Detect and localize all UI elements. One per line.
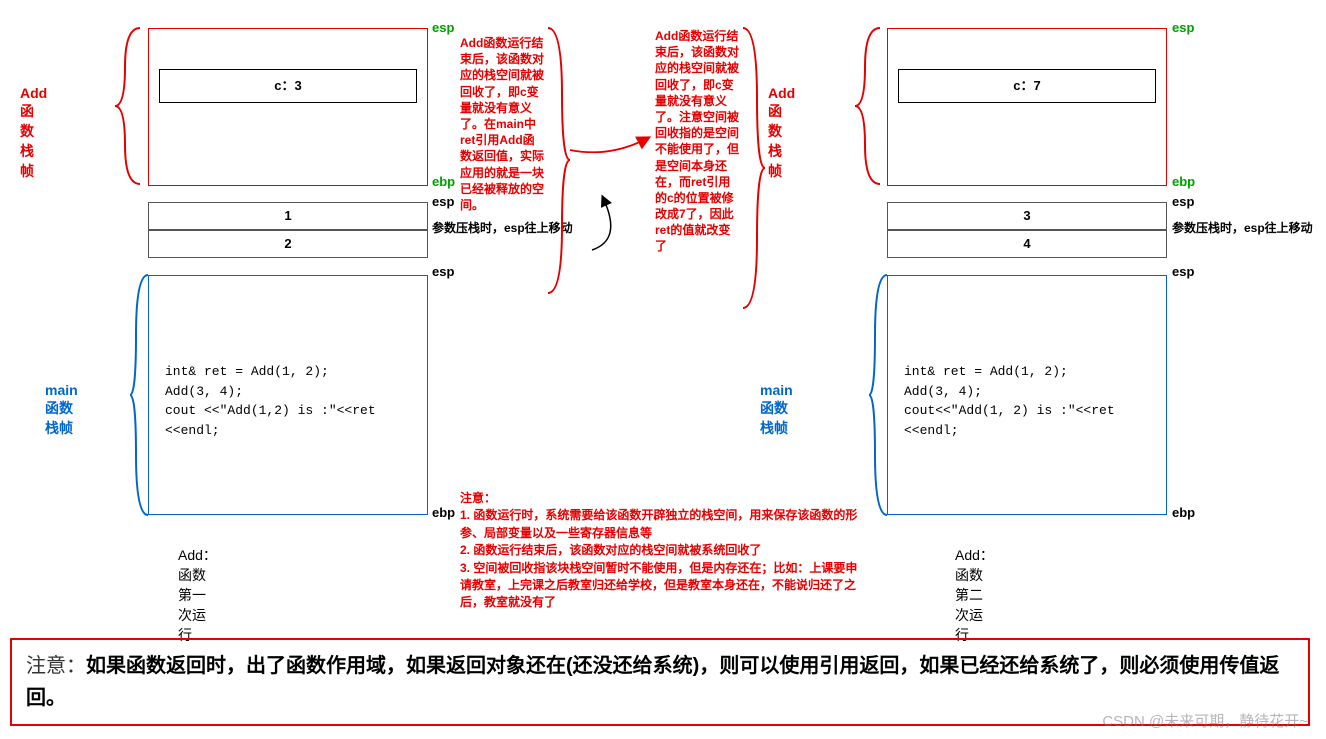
left-param-2: 2: [148, 230, 428, 258]
notes-heading: 注意：: [460, 490, 860, 507]
note-2: 2. 函数运行结束后，该函数对应的栈空间就被系统回收了: [460, 542, 860, 559]
right-code-block: int& ret = Add(1, 2); Add(3, 4); cout<<"…: [894, 356, 1160, 446]
right-esp-main: esp: [1172, 264, 1194, 279]
right-add-frame-box: c：7: [887, 28, 1167, 186]
arrow-up-icon: [592, 195, 632, 255]
right-push-note: 参数压栈时，esp往上移动: [1172, 219, 1313, 236]
left-esp-params: esp: [432, 194, 454, 209]
note-3: 3. 空间被回收指该块栈空间暂时不能使用，但是内存还在；比如：上课要申请教室，上…: [460, 560, 860, 612]
left-ebp-main: ebp: [432, 505, 455, 520]
left-main-frame-box: int& ret = Add(1, 2); Add(3, 4); cout <<…: [148, 275, 428, 515]
brace-icon: [855, 28, 885, 184]
right-esp-label-top: esp: [1172, 20, 1194, 35]
right-main-frame-label: main函数栈帧: [760, 382, 793, 438]
right-param-1: 3: [887, 202, 1167, 230]
center-explain-1: Add函数运行结束后，该函数对应的栈空间就被回收了，即c变量就没有意义了。在ma…: [460, 35, 546, 213]
right-caption: Add：函数第二次运行: [955, 545, 994, 645]
brace-icon: [548, 28, 570, 293]
note-1: 1. 函数运行时，系统需要给该函数开辟独立的栈空间，用来保存该函数的形参、局部变…: [460, 507, 860, 542]
brace-icon: [130, 275, 150, 515]
right-add-cell-c: c：7: [898, 69, 1156, 103]
right-code-3: cout<<"Add(1, 2) is :"<<ret <<endl;: [904, 401, 1150, 440]
right-add-frame-label: Add函数栈帧: [768, 85, 795, 181]
left-main-frame-label: main函数栈帧: [45, 382, 78, 438]
left-add-frame-box: c：3: [148, 28, 428, 186]
left-esp-main: esp: [432, 264, 454, 279]
right-main-frame-box: int& ret = Add(1, 2); Add(3, 4); cout<<"…: [887, 275, 1167, 515]
brace-icon: [743, 28, 765, 308]
right-code-2: Add(3, 4);: [904, 382, 1150, 402]
right-esp-params: esp: [1172, 194, 1194, 209]
brace-icon: [115, 28, 145, 184]
notes-block: 注意： 1. 函数运行时，系统需要给该函数开辟独立的栈空间，用来保存该函数的形参…: [460, 490, 860, 612]
watermark: CSDN @未来可期，静待花开~: [1102, 710, 1308, 731]
left-code-2: Add(3, 4);: [165, 382, 411, 402]
left-code-1: int& ret = Add(1, 2);: [165, 362, 411, 382]
final-prefix: 注意：: [26, 655, 86, 677]
right-code-1: int& ret = Add(1, 2);: [904, 362, 1150, 382]
brace-icon: [869, 275, 889, 515]
final-body: 如果函数返回时，出了函数作用域，如果返回对象还在(还没还给系统)，则可以使用引用…: [26, 655, 1279, 709]
center-explain-2: Add函数运行结束后，该函数对应的栈空间就被回收了，即c变量就没有意义了。注意空…: [655, 28, 741, 255]
arrow-right-icon: [570, 130, 652, 160]
left-code-3: cout <<"Add(1,2) is :"<<ret <<endl;: [165, 401, 411, 440]
left-ebp-label-add: ebp: [432, 174, 455, 189]
left-caption: Add：函数第一次运行: [178, 545, 217, 645]
left-code-block: int& ret = Add(1, 2); Add(3, 4); cout <<…: [155, 356, 421, 446]
right-ebp-label-add: ebp: [1172, 174, 1195, 189]
right-ebp-main: ebp: [1172, 505, 1195, 520]
left-add-cell-c: c：3: [159, 69, 417, 103]
right-param-2: 4: [887, 230, 1167, 258]
left-add-frame-label: Add函数栈帧: [20, 85, 47, 181]
left-esp-label-top: esp: [432, 20, 454, 35]
left-param-1: 1: [148, 202, 428, 230]
